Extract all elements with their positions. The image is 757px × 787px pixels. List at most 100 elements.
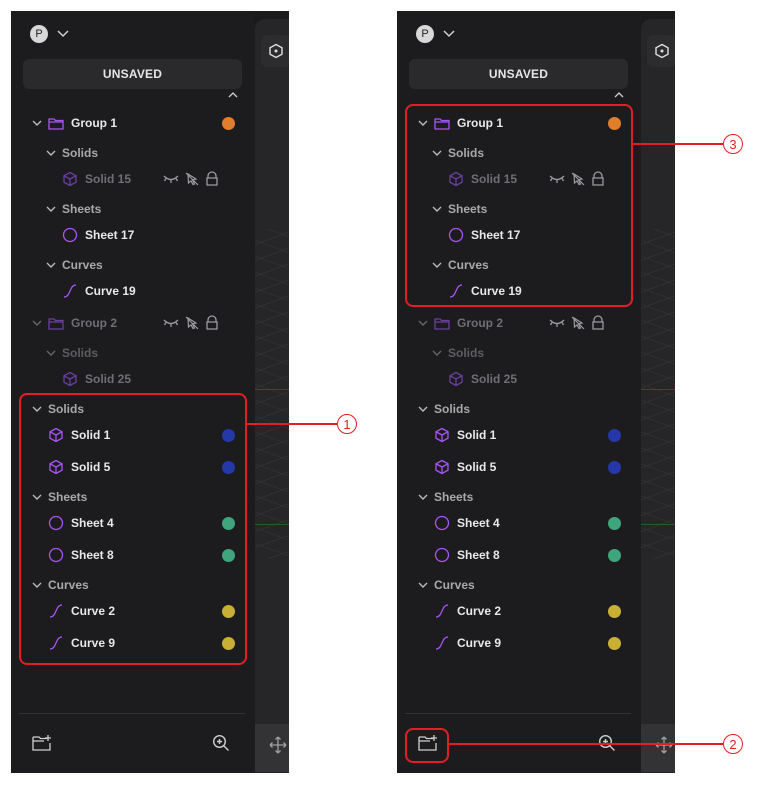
highlight-group-1 bbox=[405, 104, 633, 307]
group-label: Group 2 bbox=[457, 316, 504, 330]
tree-row-curve[interactable]: Curve 2 bbox=[397, 598, 641, 624]
item-label: Sheet 8 bbox=[457, 548, 500, 562]
lock-icon[interactable] bbox=[205, 315, 219, 331]
chevron-down-icon bbox=[57, 30, 69, 38]
divider bbox=[405, 713, 631, 714]
viewport-toolbar bbox=[641, 724, 675, 772]
lock-icon[interactable] bbox=[205, 171, 219, 187]
category-label: Sheets bbox=[62, 202, 102, 216]
curve-icon bbox=[434, 635, 450, 651]
unsaved-status-button[interactable]: UNSAVED bbox=[23, 59, 242, 89]
color-swatch-orange[interactable] bbox=[222, 116, 235, 130]
cube-icon bbox=[62, 171, 78, 187]
category-label: Sheets bbox=[434, 490, 474, 504]
tree-row-curve[interactable]: Curve 19 bbox=[11, 278, 255, 304]
hexagon-icon bbox=[655, 43, 669, 59]
cube-icon bbox=[434, 427, 450, 443]
chevron-down-icon[interactable] bbox=[44, 202, 58, 216]
hidden-eye-icon[interactable] bbox=[163, 317, 179, 329]
cube-icon bbox=[448, 371, 464, 387]
color-swatch-green[interactable] bbox=[608, 548, 621, 562]
circle-icon bbox=[434, 547, 450, 563]
tree-row-category[interactable]: Sheets bbox=[397, 484, 641, 510]
item-label: Curve 2 bbox=[457, 604, 502, 618]
tree-row-curve[interactable]: Curve 9 bbox=[397, 630, 641, 656]
hidden-eye-icon[interactable] bbox=[549, 317, 565, 329]
color-swatch-green[interactable] bbox=[608, 516, 621, 530]
view-cube-button[interactable] bbox=[261, 35, 289, 67]
chevron-down-icon[interactable] bbox=[416, 490, 430, 504]
item-label: Curve 9 bbox=[457, 636, 502, 650]
unselectable-cursor-icon[interactable] bbox=[570, 315, 586, 331]
category-label: Curves bbox=[434, 578, 475, 592]
callout-3: 3 bbox=[723, 134, 743, 154]
unsaved-status-button[interactable]: UNSAVED bbox=[409, 59, 628, 89]
color-swatch-blue[interactable] bbox=[608, 460, 621, 474]
tree-row-group-2[interactable]: Group 2 bbox=[397, 310, 641, 336]
callout-leader-3 bbox=[633, 143, 723, 145]
cube-icon bbox=[434, 459, 450, 475]
tree-row-group-2[interactable]: Group 2 bbox=[11, 310, 255, 336]
tree-row-solid[interactable]: Solid 5 bbox=[397, 454, 641, 480]
color-swatch-yellow[interactable] bbox=[608, 636, 621, 650]
3d-viewport[interactable] bbox=[255, 19, 289, 773]
y-axis-line bbox=[641, 524, 675, 525]
view-cube-button[interactable] bbox=[647, 35, 675, 67]
move-icon[interactable] bbox=[269, 736, 287, 754]
unselectable-cursor-icon[interactable] bbox=[184, 315, 200, 331]
tree-row-group-1[interactable]: Group 1 bbox=[11, 110, 255, 136]
chevron-down-icon[interactable] bbox=[430, 346, 444, 360]
y-axis-line bbox=[255, 524, 289, 525]
divider bbox=[19, 713, 245, 714]
curve-icon bbox=[434, 603, 450, 619]
tree-row-sheet[interactable]: Sheet 17 bbox=[11, 222, 255, 248]
color-swatch-blue[interactable] bbox=[608, 428, 621, 442]
tree-row-category[interactable]: Curves bbox=[11, 252, 255, 278]
callout-leader-1 bbox=[247, 423, 337, 425]
tree-row-category[interactable]: Sheets bbox=[11, 196, 255, 222]
group-label: Group 2 bbox=[71, 316, 118, 330]
category-label: Solids bbox=[62, 346, 99, 360]
tree-row-solid[interactable]: Solid 25 bbox=[11, 366, 255, 392]
tree-row-solid[interactable]: Solid 25 bbox=[397, 366, 641, 392]
tree-row-category[interactable]: Solids bbox=[11, 340, 255, 366]
chevron-down-icon[interactable] bbox=[416, 402, 430, 416]
tree-row-category[interactable]: Solids bbox=[397, 396, 641, 422]
chevron-down-icon[interactable] bbox=[416, 578, 430, 592]
tree-row-sheet[interactable]: Sheet 8 bbox=[397, 542, 641, 568]
3d-viewport[interactable] bbox=[641, 19, 675, 773]
viewport-grid bbox=[641, 229, 675, 559]
circle-icon bbox=[62, 227, 78, 243]
tree-row-category[interactable]: Curves bbox=[397, 572, 641, 598]
chevron-down-icon[interactable] bbox=[30, 116, 44, 130]
callout-leader-2 bbox=[449, 743, 723, 745]
tree-row-category[interactable]: Solids bbox=[397, 340, 641, 366]
chevron-down-icon[interactable] bbox=[416, 316, 430, 330]
tree-row-solid[interactable]: Solid 1 bbox=[397, 422, 641, 448]
callout-2: 2 bbox=[723, 734, 743, 754]
viewport-toolbar bbox=[255, 724, 289, 772]
circle-icon bbox=[434, 515, 450, 531]
hidden-eye-icon[interactable] bbox=[163, 173, 179, 185]
chevron-down-icon[interactable] bbox=[44, 146, 58, 160]
category-label: Solids bbox=[62, 146, 99, 160]
move-icon[interactable] bbox=[655, 736, 673, 754]
color-swatch-yellow[interactable] bbox=[608, 604, 621, 618]
chevron-up-icon[interactable] bbox=[227, 91, 239, 99]
lock-icon[interactable] bbox=[591, 315, 605, 331]
zoom-in-icon[interactable] bbox=[212, 734, 230, 752]
chevron-up-icon[interactable] bbox=[613, 91, 625, 99]
tree-row-sheet[interactable]: Sheet 4 bbox=[397, 510, 641, 536]
user-menu[interactable]: P bbox=[416, 25, 456, 43]
unselectable-cursor-icon[interactable] bbox=[184, 171, 200, 187]
chevron-down-icon[interactable] bbox=[44, 346, 58, 360]
user-menu[interactable]: P bbox=[30, 25, 70, 43]
tree-row-category[interactable]: Solids bbox=[11, 140, 255, 166]
cube-icon bbox=[62, 371, 78, 387]
viewport-grid bbox=[255, 229, 289, 559]
chevron-down-icon[interactable] bbox=[30, 316, 44, 330]
tree-row-solid[interactable]: Solid 15 bbox=[11, 166, 255, 192]
chevron-down-icon[interactable] bbox=[44, 258, 58, 272]
new-folder-icon[interactable] bbox=[32, 734, 52, 752]
category-label: Curves bbox=[62, 258, 103, 272]
